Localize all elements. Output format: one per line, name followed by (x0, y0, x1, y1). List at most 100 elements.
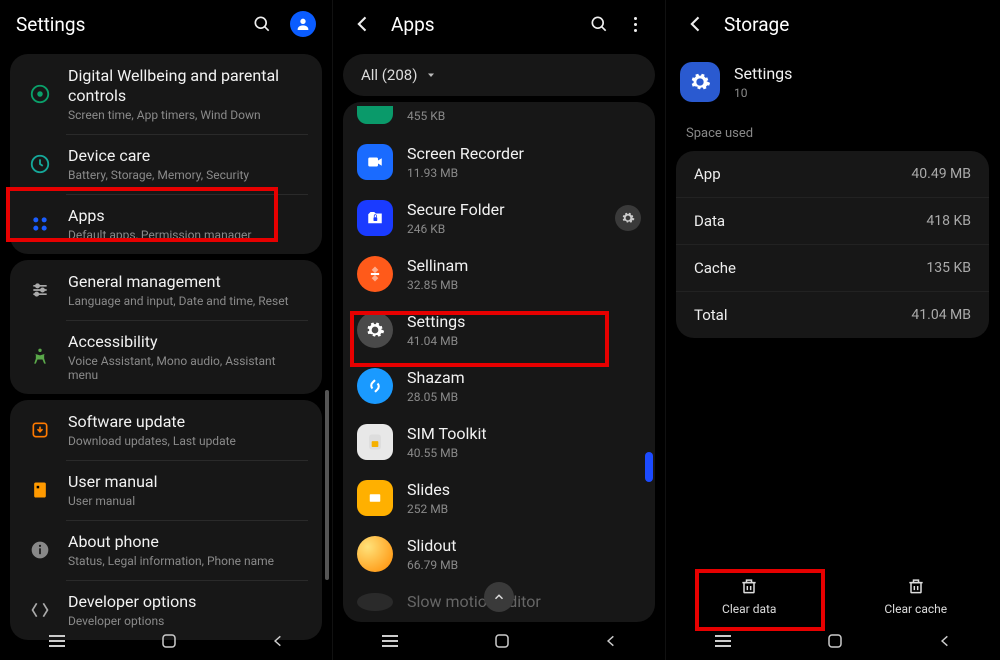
nav-back[interactable] (271, 632, 285, 650)
page-title: Settings (16, 13, 248, 36)
app-icon (357, 368, 393, 404)
app-sub: 66.79 MB (407, 558, 641, 572)
action-label: Clear cache (884, 602, 947, 616)
app-list: 455 KB Screen Recorder11.93 MB Secure Fo… (343, 102, 655, 622)
scroll-handle[interactable] (645, 452, 653, 482)
item-device-care[interactable]: Device care Battery, Storage, Memory, Se… (10, 134, 322, 194)
item-sub: Developer options (68, 614, 308, 628)
header: Apps (333, 0, 665, 48)
section-label: Space used (666, 116, 999, 145)
app-row-sellinam[interactable]: Sellinam32.85 MB (343, 246, 655, 302)
settings-group-1: Digital Wellbeing and parental controls … (10, 54, 322, 254)
navbar (666, 628, 999, 654)
item-title: User manual (68, 472, 308, 492)
app-header: Settings 10 (666, 48, 999, 116)
search-icon[interactable] (585, 10, 613, 38)
clear-cache-button[interactable]: Clear cache (856, 576, 976, 616)
app-icon (357, 480, 393, 516)
item-title: Developer options (68, 592, 308, 612)
app-row-screenrecorder[interactable]: Screen Recorder11.93 MB (343, 134, 655, 190)
kv-key: App (694, 165, 721, 183)
more-icon[interactable] (621, 10, 649, 38)
kv-key: Total (694, 306, 728, 324)
item-title: About phone (68, 532, 308, 552)
settings-group-2: General management Language and input, D… (10, 260, 322, 394)
nav-recents[interactable] (713, 634, 733, 648)
app-row-shazam[interactable]: Shazam28.05 MB (343, 358, 655, 414)
app-sub: 246 KB (407, 222, 615, 236)
item-accessibility[interactable]: Accessibility Voice Assistant, Mono audi… (10, 320, 322, 394)
filter-dropdown[interactable]: All (208) (343, 54, 655, 96)
gear-icon[interactable] (615, 205, 641, 231)
item-general[interactable]: General management Language and input, D… (10, 260, 322, 320)
app-row-simtoolkit[interactable]: SIM Toolkit40.55 MB (343, 414, 655, 470)
sliders-icon (24, 274, 56, 306)
item-title: Software update (68, 412, 308, 432)
scrollbar[interactable] (325, 390, 329, 580)
nav-back[interactable] (938, 632, 952, 650)
phone-settings: Settings Digital Wellbeing and parental … (0, 0, 333, 660)
page-title: Apps (391, 13, 435, 36)
app-icon (357, 536, 393, 572)
app-row-slides[interactable]: Slides252 MB (343, 470, 655, 526)
a11y-icon (24, 341, 56, 373)
app-row-securefolder[interactable]: Secure Folder 246 KB (343, 190, 655, 246)
item-sub: Voice Assistant, Mono audio, Assistant m… (68, 354, 308, 382)
devicecare-icon (24, 148, 56, 180)
profile-avatar[interactable] (290, 11, 316, 37)
row-data: Data418 KB (676, 197, 989, 244)
app-title: SIM Toolkit (407, 424, 641, 444)
navbar (333, 628, 665, 654)
app-title: Settings (407, 312, 641, 332)
storage-table: App40.49 MB Data418 KB Cache135 KB Total… (676, 151, 989, 338)
nav-home[interactable] (160, 632, 178, 650)
clear-data-button[interactable]: Clear data (689, 576, 809, 616)
app-icon (357, 256, 393, 292)
row-cache: Cache135 KB (676, 244, 989, 291)
item-user-manual[interactable]: User manual User manual (10, 460, 322, 520)
nav-recents[interactable] (47, 634, 67, 648)
filter-label: All (208) (361, 66, 417, 84)
app-meta: 10 (734, 86, 985, 100)
dev-icon (24, 594, 56, 626)
manual-icon (24, 474, 56, 506)
app-row-slidout[interactable]: Slidout66.79 MB (343, 526, 655, 582)
item-sub: Screen time, App timers, Wind Down (68, 108, 308, 122)
scroll-top-button[interactable] (484, 582, 514, 612)
settings-group-3: Software update Download updates, Last u… (10, 400, 322, 640)
item-sub: User manual (68, 494, 308, 508)
app-sub: 455 KB (407, 109, 641, 123)
back-icon[interactable] (682, 10, 710, 38)
header: Settings (0, 0, 332, 48)
app-icon (357, 593, 393, 611)
info-icon (24, 534, 56, 566)
apps-icon (24, 208, 56, 240)
app-sub: 41.04 MB (407, 334, 641, 348)
navbar (0, 628, 332, 654)
nav-home[interactable] (826, 632, 844, 650)
app-row-settings[interactable]: Settings 41.04 MB (343, 302, 655, 358)
app-title: Slides (407, 480, 641, 500)
nav-recents[interactable] (380, 634, 400, 648)
item-title: Device care (68, 146, 308, 166)
search-icon[interactable] (248, 10, 276, 38)
app-row[interactable]: 455 KB (343, 102, 655, 134)
app-name: Settings (734, 64, 985, 84)
nav-back[interactable] (604, 632, 618, 650)
item-about-phone[interactable]: About phone Status, Legal information, P… (10, 520, 322, 580)
item-sub: Default apps, Permission manager (68, 228, 308, 242)
app-title: Secure Folder (407, 200, 615, 220)
item-wellbeing[interactable]: Digital Wellbeing and parental controls … (10, 54, 322, 134)
item-title: General management (68, 272, 308, 292)
app-title: Shazam (407, 368, 641, 388)
actions: Clear data Clear cache (666, 566, 999, 626)
item-sub: Status, Legal information, Phone name (68, 554, 308, 568)
item-sub: Language and input, Date and time, Reset (68, 294, 308, 308)
app-icon (357, 144, 393, 180)
item-apps[interactable]: Apps Default apps, Permission manager (10, 194, 322, 254)
nav-home[interactable] (493, 632, 511, 650)
update-icon (24, 414, 56, 446)
item-software-update[interactable]: Software update Download updates, Last u… (10, 400, 322, 460)
back-icon[interactable] (349, 10, 377, 38)
app-icon (357, 424, 393, 460)
